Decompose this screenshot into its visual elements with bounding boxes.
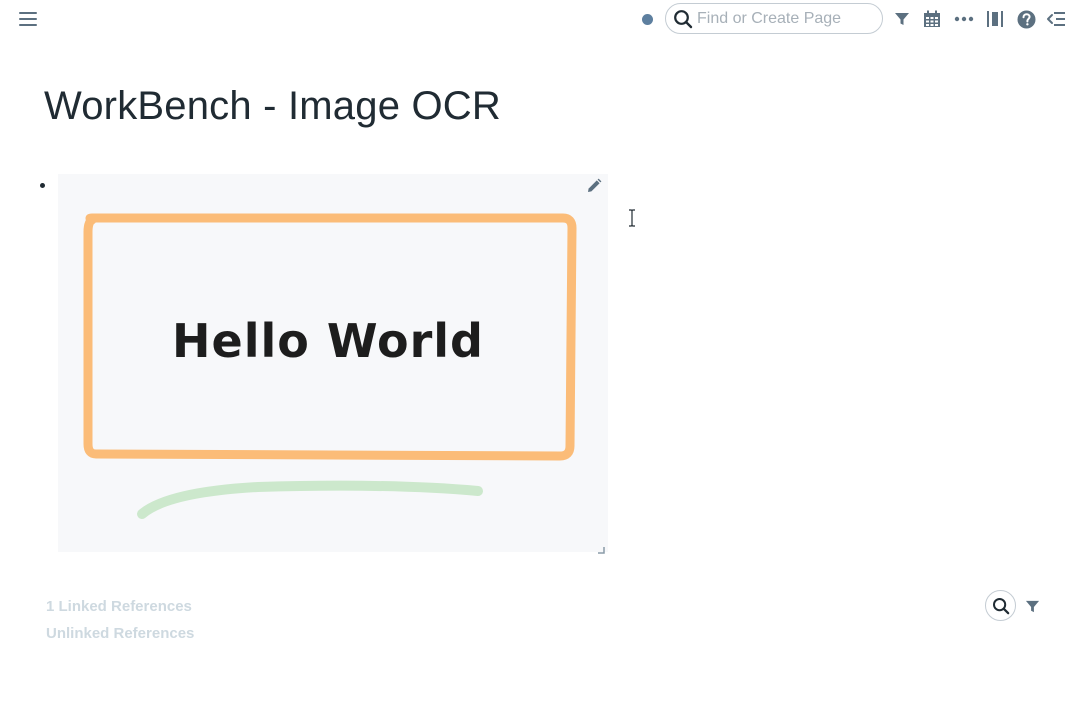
help-icon[interactable] — [1015, 8, 1037, 30]
search-icon — [992, 597, 1009, 614]
search-bar[interactable] — [665, 3, 883, 34]
edit-icon[interactable] — [584, 176, 604, 196]
references-filter-icon[interactable] — [1022, 596, 1042, 616]
text-cursor-icon — [627, 209, 637, 227]
block-bullet[interactable] — [40, 183, 45, 188]
search-icon — [673, 9, 693, 29]
image-block[interactable]: Hello World — [58, 174, 608, 554]
top-bar — [0, 0, 1080, 38]
sync-status-indicator[interactable] — [642, 14, 653, 25]
outline-icon[interactable] — [1045, 8, 1067, 30]
hamburger-menu-icon[interactable] — [14, 6, 42, 32]
calendar-icon[interactable] — [921, 8, 943, 30]
image-text: Hello World — [172, 314, 484, 368]
right-sidebar-icon[interactable] — [984, 8, 1006, 30]
resize-handle-icon[interactable] — [597, 541, 605, 554]
page-title[interactable]: WorkBench - Image OCR — [44, 84, 501, 129]
linked-references-toggle[interactable]: 1 Linked References — [46, 598, 192, 615]
app: WorkBench - Image OCR Hello World 1 Link… — [0, 0, 1080, 720]
search-input[interactable] — [697, 9, 877, 28]
filter-icon[interactable] — [891, 8, 913, 30]
references-search-button[interactable] — [985, 590, 1016, 621]
more-icon[interactable] — [953, 8, 975, 30]
unlinked-references-toggle[interactable]: Unlinked References — [46, 625, 194, 642]
